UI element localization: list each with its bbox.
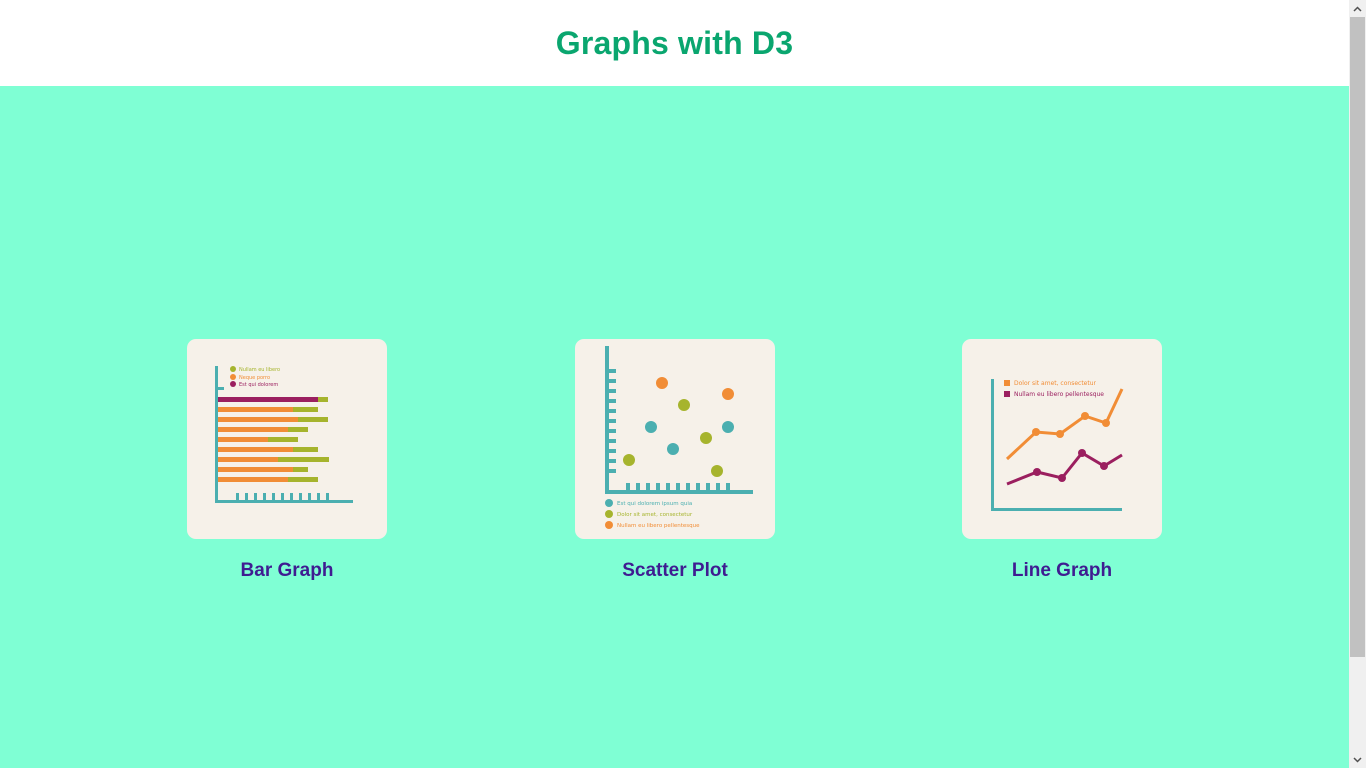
scroll-down-button[interactable]: [1349, 751, 1366, 768]
bar-graph-label[interactable]: Bar Graph: [187, 560, 387, 582]
scrollbar-thumb[interactable]: [1350, 17, 1365, 657]
line-graph-card[interactable]: Dolor sit amet, consectetur Nullam eu li…: [962, 339, 1162, 582]
bar-graph-icon: Nullam eu libero Neque porro Est qui dol…: [215, 366, 353, 503]
page-title: Graphs with D3: [555, 24, 794, 61]
line-graph-icon: Dolor sit amet, consectetur Nullam eu li…: [991, 379, 1124, 511]
scatter-plot-thumbnail[interactable]: Est qui dolorem ipsum quia Dolor sit ame…: [575, 339, 775, 539]
main-content: Nullam eu libero Neque porro Est qui dol…: [0, 86, 1349, 768]
line-graph-label[interactable]: Line Graph: [962, 560, 1162, 582]
bar-legend-1: Nullam eu libero: [239, 367, 280, 373]
scatter-plot-label[interactable]: Scatter Plot: [575, 560, 775, 582]
scatter-legend-2: Dolor sit amet, consectetur: [617, 512, 693, 518]
bar-legend-2: Neque porro: [239, 375, 270, 381]
scatter-plot-card[interactable]: Est qui dolorem ipsum quia Dolor sit ame…: [575, 339, 775, 582]
line-legend-2: Nullam eu libero pellentesque: [1014, 391, 1104, 398]
chevron-up-icon: [1353, 5, 1362, 12]
bar-graph-card[interactable]: Nullam eu libero Neque porro Est qui dol…: [187, 339, 387, 582]
bar-graph-thumbnail[interactable]: Nullam eu libero Neque porro Est qui dol…: [187, 339, 387, 539]
scroll-up-button[interactable]: [1349, 0, 1366, 17]
line-graph-thumbnail[interactable]: Dolor sit amet, consectetur Nullam eu li…: [962, 339, 1162, 539]
chevron-down-icon: [1353, 756, 1362, 763]
bar-legend-3: Est qui dolorem: [239, 382, 278, 388]
scatter-plot-icon: Est qui dolorem ipsum quia Dolor sit ame…: [605, 346, 753, 529]
scatter-legend-1: Est qui dolorem ipsum quia: [617, 501, 692, 507]
vertical-scrollbar[interactable]: [1349, 0, 1366, 768]
page-header: Graphs with D3: [0, 0, 1349, 86]
line-legend-1: Dolor sit amet, consectetur: [1014, 380, 1097, 387]
scatter-legend-3: Nullam eu libero pellentesque: [617, 523, 700, 529]
